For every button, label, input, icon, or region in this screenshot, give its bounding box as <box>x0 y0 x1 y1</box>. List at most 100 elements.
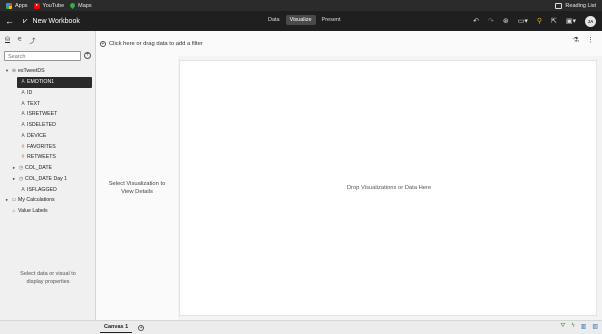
value-labels-row[interactable]: ⌂ Value Labels <box>0 206 96 217</box>
lightning-icon[interactable]: ϟ <box>571 323 574 330</box>
bookmark-label: YouTube <box>42 2 65 9</box>
layout-right-icon[interactable]: ▥ <box>592 323 598 330</box>
tab-visualize[interactable]: Visualize <box>285 15 316 25</box>
bookmarks-bar: Apps YouTube Maps Reading List <box>0 0 602 11</box>
clock-icon: ◷ <box>18 175 24 182</box>
add-data-button[interactable]: + <box>84 52 91 59</box>
attribute-icon: A <box>21 79 25 86</box>
export-icon[interactable]: ⇱ <box>551 17 557 25</box>
maps-icon <box>69 1 77 10</box>
data-panel: ⛁ ⚟ ⤴ Search + ▾ ⊜ esTweetDS A EMOTION1 … <box>0 31 96 320</box>
value-labels-label: Value Labels <box>18 208 48 215</box>
filter-bar-label: Click here or drag data to add a filter <box>109 40 203 47</box>
grammar-panel: Select Visualization to View Details <box>96 31 178 320</box>
workbook-title[interactable]: New Workbook <box>33 18 80 25</box>
bookmark-apps[interactable]: Apps <box>6 2 28 9</box>
column-row-id[interactable]: A ID <box>0 88 96 99</box>
tab-canvas-1[interactable]: Canvas 1 <box>100 322 133 333</box>
column-row-device[interactable]: A DEVICE <box>0 131 96 142</box>
bookmark-maps[interactable]: Maps <box>69 1 92 10</box>
analytics-home-icon[interactable]: ⩗ <box>23 16 28 26</box>
column-row-text[interactable]: A TEXT <box>0 98 96 109</box>
properties-hint: Select data or visual to display propert… <box>0 270 96 286</box>
column-label: COL_DATE Day 1 <box>25 175 67 182</box>
column-label: ISDELETED <box>27 122 56 129</box>
auto-insights-icon[interactable]: ⚲ <box>537 17 542 25</box>
mode-switcher: Data Visualize Present <box>264 15 345 25</box>
attribute-icon: A <box>21 89 25 96</box>
properties-hint-line1: Select data or visual to <box>20 271 76 277</box>
tab-data[interactable]: Data <box>264 15 284 25</box>
app-header: ← ⩗ New Workbook Data Visualize Present … <box>0 11 602 31</box>
attribute-icon: A <box>21 100 25 107</box>
youtube-icon <box>33 2 40 9</box>
attribute-icon: A <box>21 186 25 193</box>
analytics-tab-icon[interactable]: ⤴ <box>29 36 35 45</box>
canvas-toolbar: ⚗ ⋮ <box>573 36 594 44</box>
filter-bar[interactable]: + Click here or drag data to add a filte… <box>96 31 602 56</box>
back-arrow-icon[interactable]: ← <box>5 16 15 26</box>
bottom-toolbar: ⛛ ϟ ▥ ▥ <box>560 323 598 330</box>
column-label: ISRETWEET <box>27 111 58 118</box>
redo-icon[interactable]: ↷ <box>488 17 494 25</box>
column-row-favorites[interactable]: # FAVORITES <box>0 141 96 152</box>
tag-icon: ⌂ <box>12 208 16 215</box>
canvas-drop-hint: Drop Visualizations or Data Here <box>346 185 432 191</box>
column-label: EMOTION1 <box>27 79 55 86</box>
data-tab-icon[interactable]: ⛁ <box>5 36 11 43</box>
layout-left-icon[interactable]: ▥ <box>581 323 587 330</box>
column-label: TEXT <box>27 100 41 107</box>
column-row-emotion1[interactable]: A EMOTION1 <box>17 76 92 88</box>
column-row-isdeleted[interactable]: A ISDELETED <box>0 120 96 131</box>
column-label: ID <box>27 89 33 96</box>
my-calculations-row[interactable]: ▸ ▭ My Calculations <box>0 195 96 206</box>
add-canvas-icon[interactable]: + <box>138 324 145 331</box>
column-row-isretweet[interactable]: A ISRETWEET <box>0 109 96 120</box>
measure-icon: # <box>21 154 25 161</box>
column-row-isflagged[interactable]: A ISFLAGGED <box>0 184 96 195</box>
column-label: ISFLAGGED <box>27 186 57 193</box>
attribute-icon: A <box>21 122 25 129</box>
clock-icon: ◷ <box>18 165 24 172</box>
reading-list-icon <box>555 2 563 9</box>
undo-icon[interactable]: ↶ <box>473 17 479 25</box>
column-row-col-date-day1[interactable]: ▸ ◷ COL_DATE Day 1 <box>0 174 96 185</box>
data-tree: ▾ ⊜ esTweetDS A EMOTION1 A ID A TEXT A I… <box>0 66 96 217</box>
column-row-retweets[interactable]: # RETWEETS <box>0 152 96 163</box>
visualizations-tab-icon[interactable]: ⚟ <box>17 36 22 43</box>
attribute-icon: A <box>21 132 25 139</box>
tab-present[interactable]: Present <box>318 15 345 25</box>
datasource-label: esTweetDS <box>18 68 45 75</box>
header-toolbar: ↶ ↷ ⊛ ▭▾ ⚲ ⇱ ▣▾ JA <box>473 11 596 31</box>
datasource-row[interactable]: ▾ ⊜ esTweetDS <box>0 66 96 77</box>
save-dropdown-icon[interactable]: ▣▾ <box>566 17 576 25</box>
bookmark-youtube[interactable]: YouTube <box>33 2 65 9</box>
reading-list-button[interactable]: Reading List <box>555 0 596 11</box>
avatar[interactable]: JA <box>585 15 596 27</box>
column-label: DEVICE <box>27 132 47 139</box>
canvas-tab-bar: Canvas 1 + ⛛ ϟ ▥ ▥ <box>96 320 602 334</box>
my-calculations-label: My Calculations <box>18 197 55 204</box>
apps-grid-icon <box>6 2 12 9</box>
column-row-col-date[interactable]: ▸ ◷ COL_DATE <box>0 163 96 174</box>
more-options-icon[interactable]: ⋮ <box>587 36 594 44</box>
insights-icon[interactable]: ⛛ <box>560 323 565 330</box>
visualization-canvas[interactable]: Drop Visualizations or Data Here <box>179 60 597 316</box>
bookmark-label: Maps <box>78 2 92 9</box>
grammar-hint-line2: View Details <box>121 189 153 195</box>
canvas-filter-icon[interactable]: ⚗ <box>573 36 579 44</box>
left-footer <box>0 320 96 334</box>
attribute-icon: A <box>21 111 25 118</box>
refresh-data-icon[interactable]: ⊛ <box>503 17 509 25</box>
add-filter-icon[interactable]: + <box>100 40 106 47</box>
dataset-icon: ⊜ <box>11 68 17 75</box>
measure-icon: # <box>21 143 25 150</box>
search-input[interactable]: Search <box>4 51 81 61</box>
column-label: RETWEETS <box>27 154 56 161</box>
panel-tabs: ⛁ ⚟ ⤴ <box>0 31 95 45</box>
column-label: FAVORITES <box>27 143 56 150</box>
grammar-hint: Select Visualization to View Details <box>96 180 178 196</box>
preview-dropdown-icon[interactable]: ▭▾ <box>518 17 528 25</box>
properties-hint-line2: display properties <box>26 279 70 285</box>
grammar-hint-line1: Select Visualization to <box>108 181 166 187</box>
